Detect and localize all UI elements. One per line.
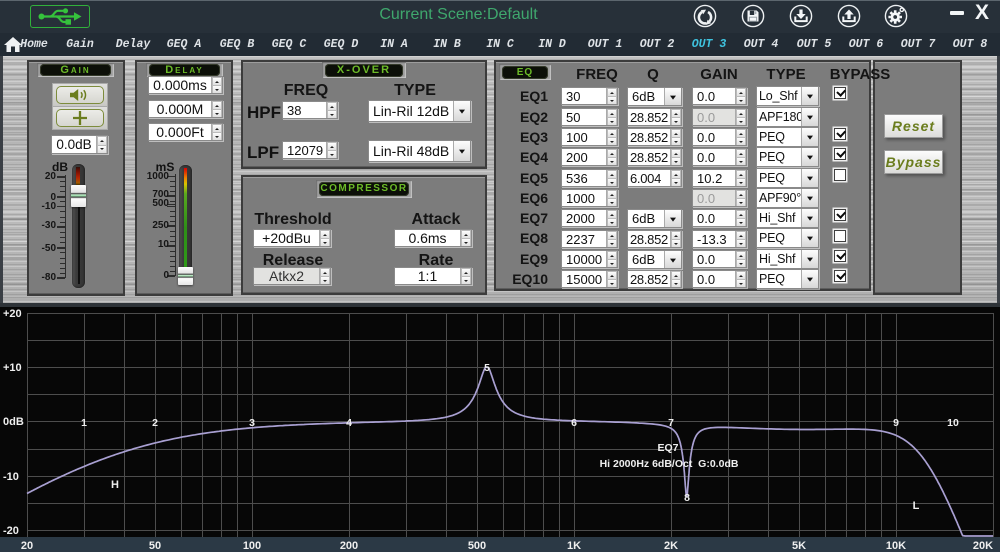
svg-text:H: H — [111, 479, 119, 491]
svg-text:1K: 1K — [567, 540, 581, 552]
svg-text:3: 3 — [249, 417, 255, 429]
svg-text:500: 500 — [468, 540, 486, 552]
svg-text:0dB: 0dB — [3, 416, 24, 428]
svg-text:L: L — [913, 500, 920, 512]
svg-text:5: 5 — [484, 362, 490, 374]
svg-text:+20: +20 — [3, 308, 22, 320]
svg-text:Hi 2000Hz 6dB/Oct G:0.0dB: Hi 2000Hz 6dB/Oct G:0.0dB — [600, 458, 739, 470]
svg-text:50: 50 — [149, 540, 161, 552]
svg-text:9: 9 — [893, 417, 899, 429]
svg-text:EQ7: EQ7 — [657, 442, 678, 454]
svg-text:20: 20 — [21, 540, 33, 552]
svg-text:-20: -20 — [3, 525, 19, 537]
svg-text:-10: -10 — [3, 471, 19, 483]
svg-text:6: 6 — [571, 417, 577, 429]
svg-text:5K: 5K — [792, 540, 806, 552]
svg-text:10: 10 — [947, 417, 959, 429]
svg-text:4: 4 — [346, 417, 352, 429]
svg-text:200: 200 — [340, 540, 358, 552]
svg-text:1: 1 — [81, 417, 87, 429]
svg-text:20K: 20K — [973, 540, 993, 552]
svg-text:2K: 2K — [664, 540, 678, 552]
svg-text:10K: 10K — [886, 540, 906, 552]
svg-text:100: 100 — [243, 540, 261, 552]
svg-text:8: 8 — [684, 492, 690, 504]
svg-text:2: 2 — [152, 417, 158, 429]
svg-text:7: 7 — [668, 417, 674, 429]
svg-text:+10: +10 — [3, 362, 22, 374]
